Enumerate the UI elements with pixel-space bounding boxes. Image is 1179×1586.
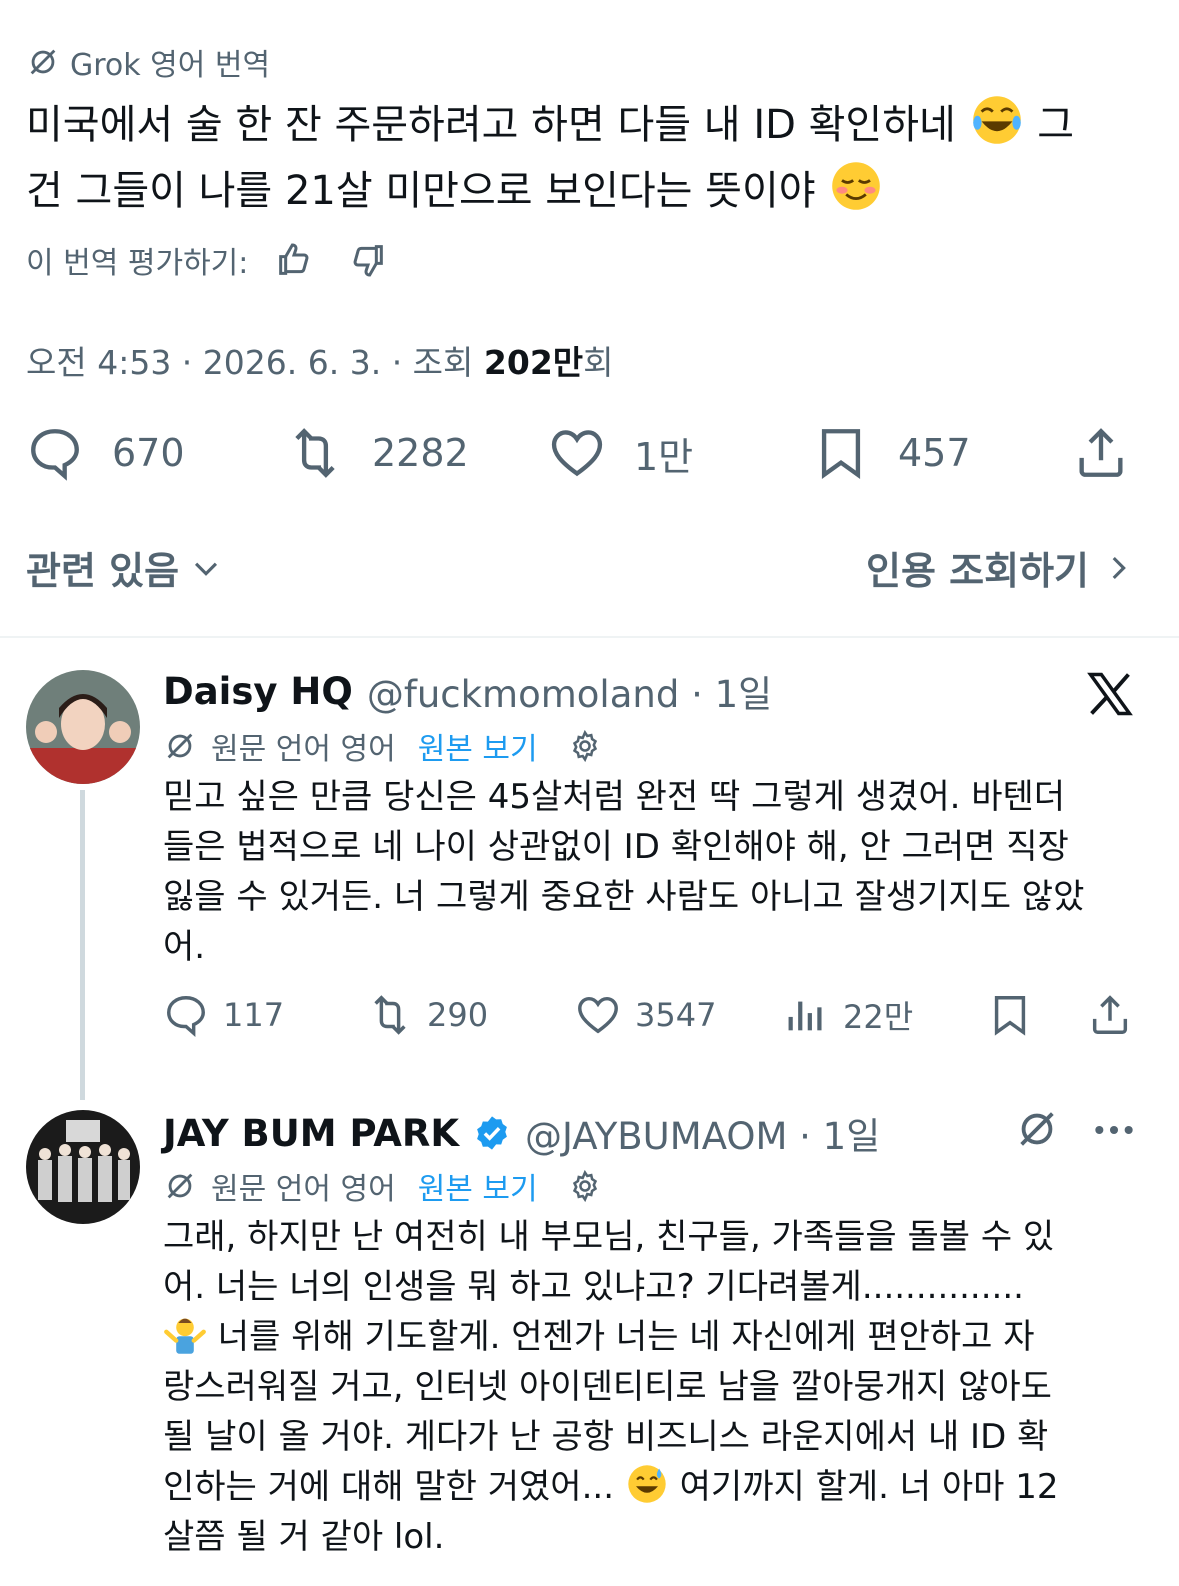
bookmark-button[interactable] (987, 990, 1033, 1040)
like-count: 3547 (635, 996, 717, 1034)
bookmark-icon (994, 996, 1026, 1036)
reply-text: 그래, 하지만 난 여전히 내 부모님, 친구들, 가족들을 돌볼 수 있 어.… (163, 1212, 1143, 1562)
grok-icon (30, 49, 56, 75)
translation-info: 원문 언어 영어 원본 보기 (163, 724, 602, 768)
retweet-icon (295, 428, 335, 478)
reply-header: Daisy HQ @fuckmomoland · 1일 (163, 664, 772, 718)
verified-badge-icon (473, 1112, 511, 1155)
reply-count: 117 (223, 996, 285, 1034)
retweet-button[interactable]: 290 (367, 990, 488, 1040)
retweet-icon (374, 995, 406, 1035)
reply-count: 670 (112, 431, 185, 475)
reply-button[interactable]: 670 (26, 420, 185, 486)
bar-chart-icon (788, 1001, 822, 1031)
original-language-label: 원문 언어 영어 (211, 732, 396, 767)
reply-text-part1: 그래, 하지만 난 여전히 내 부모님, 친구들, 가족들을 돌볼 수 있 어.… (163, 1217, 1055, 1307)
thumbs-down-icon[interactable] (348, 240, 388, 280)
tweet-action-bar: 670 2282 1만 457 (26, 420, 1136, 486)
author-name[interactable]: Daisy HQ (163, 670, 353, 713)
like-button[interactable]: 1만 (548, 420, 693, 486)
view-quotes-label: 인용 조회하기 (866, 549, 1089, 593)
bookmark-button[interactable]: 457 (812, 420, 971, 486)
share-button[interactable] (1087, 990, 1133, 1040)
reply-icon (167, 996, 205, 1038)
views-count: 22만 (843, 998, 914, 1036)
heart-icon (551, 430, 603, 477)
translation-info: 원문 언어 영어 원본 보기 (163, 1164, 602, 1208)
grok-icon (167, 1173, 193, 1199)
x-logo-icon (1087, 672, 1133, 716)
thread-connector-line (80, 790, 85, 1100)
chevron-right-icon (1112, 556, 1126, 579)
share-icon (1092, 995, 1128, 1034)
rate-translation: 이 번역 평가하기: (26, 238, 388, 282)
grok-translation-label: Grok 영어 번역 (26, 40, 270, 84)
reply-icon (31, 429, 79, 481)
author-name[interactable]: JAY BUM PARK (163, 1112, 459, 1155)
retweet-button[interactable]: 2282 (286, 420, 469, 486)
man-shrugging-emoji-icon (164, 1318, 206, 1354)
grok-icon[interactable] (1014, 1106, 1060, 1152)
original-language-label: 원문 언어 영어 (211, 1172, 396, 1207)
retweet-count: 2282 (372, 431, 469, 475)
gear-icon[interactable] (568, 1169, 602, 1203)
laughing-tears-emoji-icon (972, 96, 1021, 144)
reply-text: 믿고 싶은 만큼 당신은 45살처럼 완전 딱 그렇게 생겼어. 바텐더 들은 … (163, 777, 1085, 967)
related-dropdown[interactable]: 관련 있음 (26, 540, 223, 595)
heart-icon (578, 996, 618, 1034)
related-label: 관련 있음 (26, 549, 180, 593)
bookmark-icon (821, 429, 861, 479)
view-count: 202만 (483, 343, 584, 382)
share-icon (1079, 428, 1123, 477)
retweet-count: 290 (427, 996, 489, 1034)
gear-icon[interactable] (568, 729, 602, 763)
author-handle[interactable]: @JAYBUMAOM · 1일 (525, 1106, 880, 1160)
grinning-sweat-emoji-icon (628, 1465, 666, 1503)
rate-translation-label: 이 번역 평가하기: (26, 246, 249, 281)
chevron-down-icon (195, 562, 218, 576)
like-count: 1만 (634, 434, 694, 479)
smiling-blush-emoji-icon (832, 162, 881, 210)
view-original-link[interactable]: 원본 보기 (418, 724, 538, 768)
more-options-icon[interactable] (1092, 1112, 1136, 1148)
author-handle[interactable]: @fuckmomoland · 1일 (367, 664, 772, 718)
section-divider (0, 636, 1179, 638)
view-quotes-link[interactable]: 인용 조회하기 (866, 540, 1135, 595)
reply-header: JAY BUM PARK @JAYBUMAOM · 1일 (163, 1106, 880, 1160)
thumbs-up-icon[interactable] (274, 240, 314, 280)
avatar-daisy-hq[interactable] (26, 670, 140, 784)
grok-translation-text: Grok 영어 번역 (70, 48, 271, 83)
like-button[interactable]: 3547 (575, 990, 716, 1040)
view-original-link[interactable]: 원본 보기 (418, 1164, 538, 1208)
view-count-suffix: 회 (583, 343, 614, 382)
grok-icon (167, 733, 193, 759)
tweet-text-part1: 미국에서 술 한 잔 주문하려고 하면 다들 내 ID 확인하네 (26, 102, 969, 148)
tweet-meta: 오전 4:53 · 2026. 6. 3. · 조회 202만회 (26, 336, 614, 384)
reply-action-bar: 117 290 3547 22만 (163, 990, 1143, 1040)
bookmark-count: 457 (898, 431, 971, 475)
tweet-timestamp: 오전 4:53 · 2026. 6. 3. · 조회 (26, 343, 484, 382)
share-button[interactable] (1072, 420, 1130, 486)
reply-button[interactable]: 117 (163, 990, 284, 1040)
views-button[interactable]: 22만 (783, 990, 913, 1040)
tweet-body: 미국에서 술 한 잔 주문하려고 하면 다들 내 ID 확인하네 그 건 그들이… (26, 92, 1156, 224)
avatar-jay-bum-park[interactable] (26, 1110, 140, 1224)
